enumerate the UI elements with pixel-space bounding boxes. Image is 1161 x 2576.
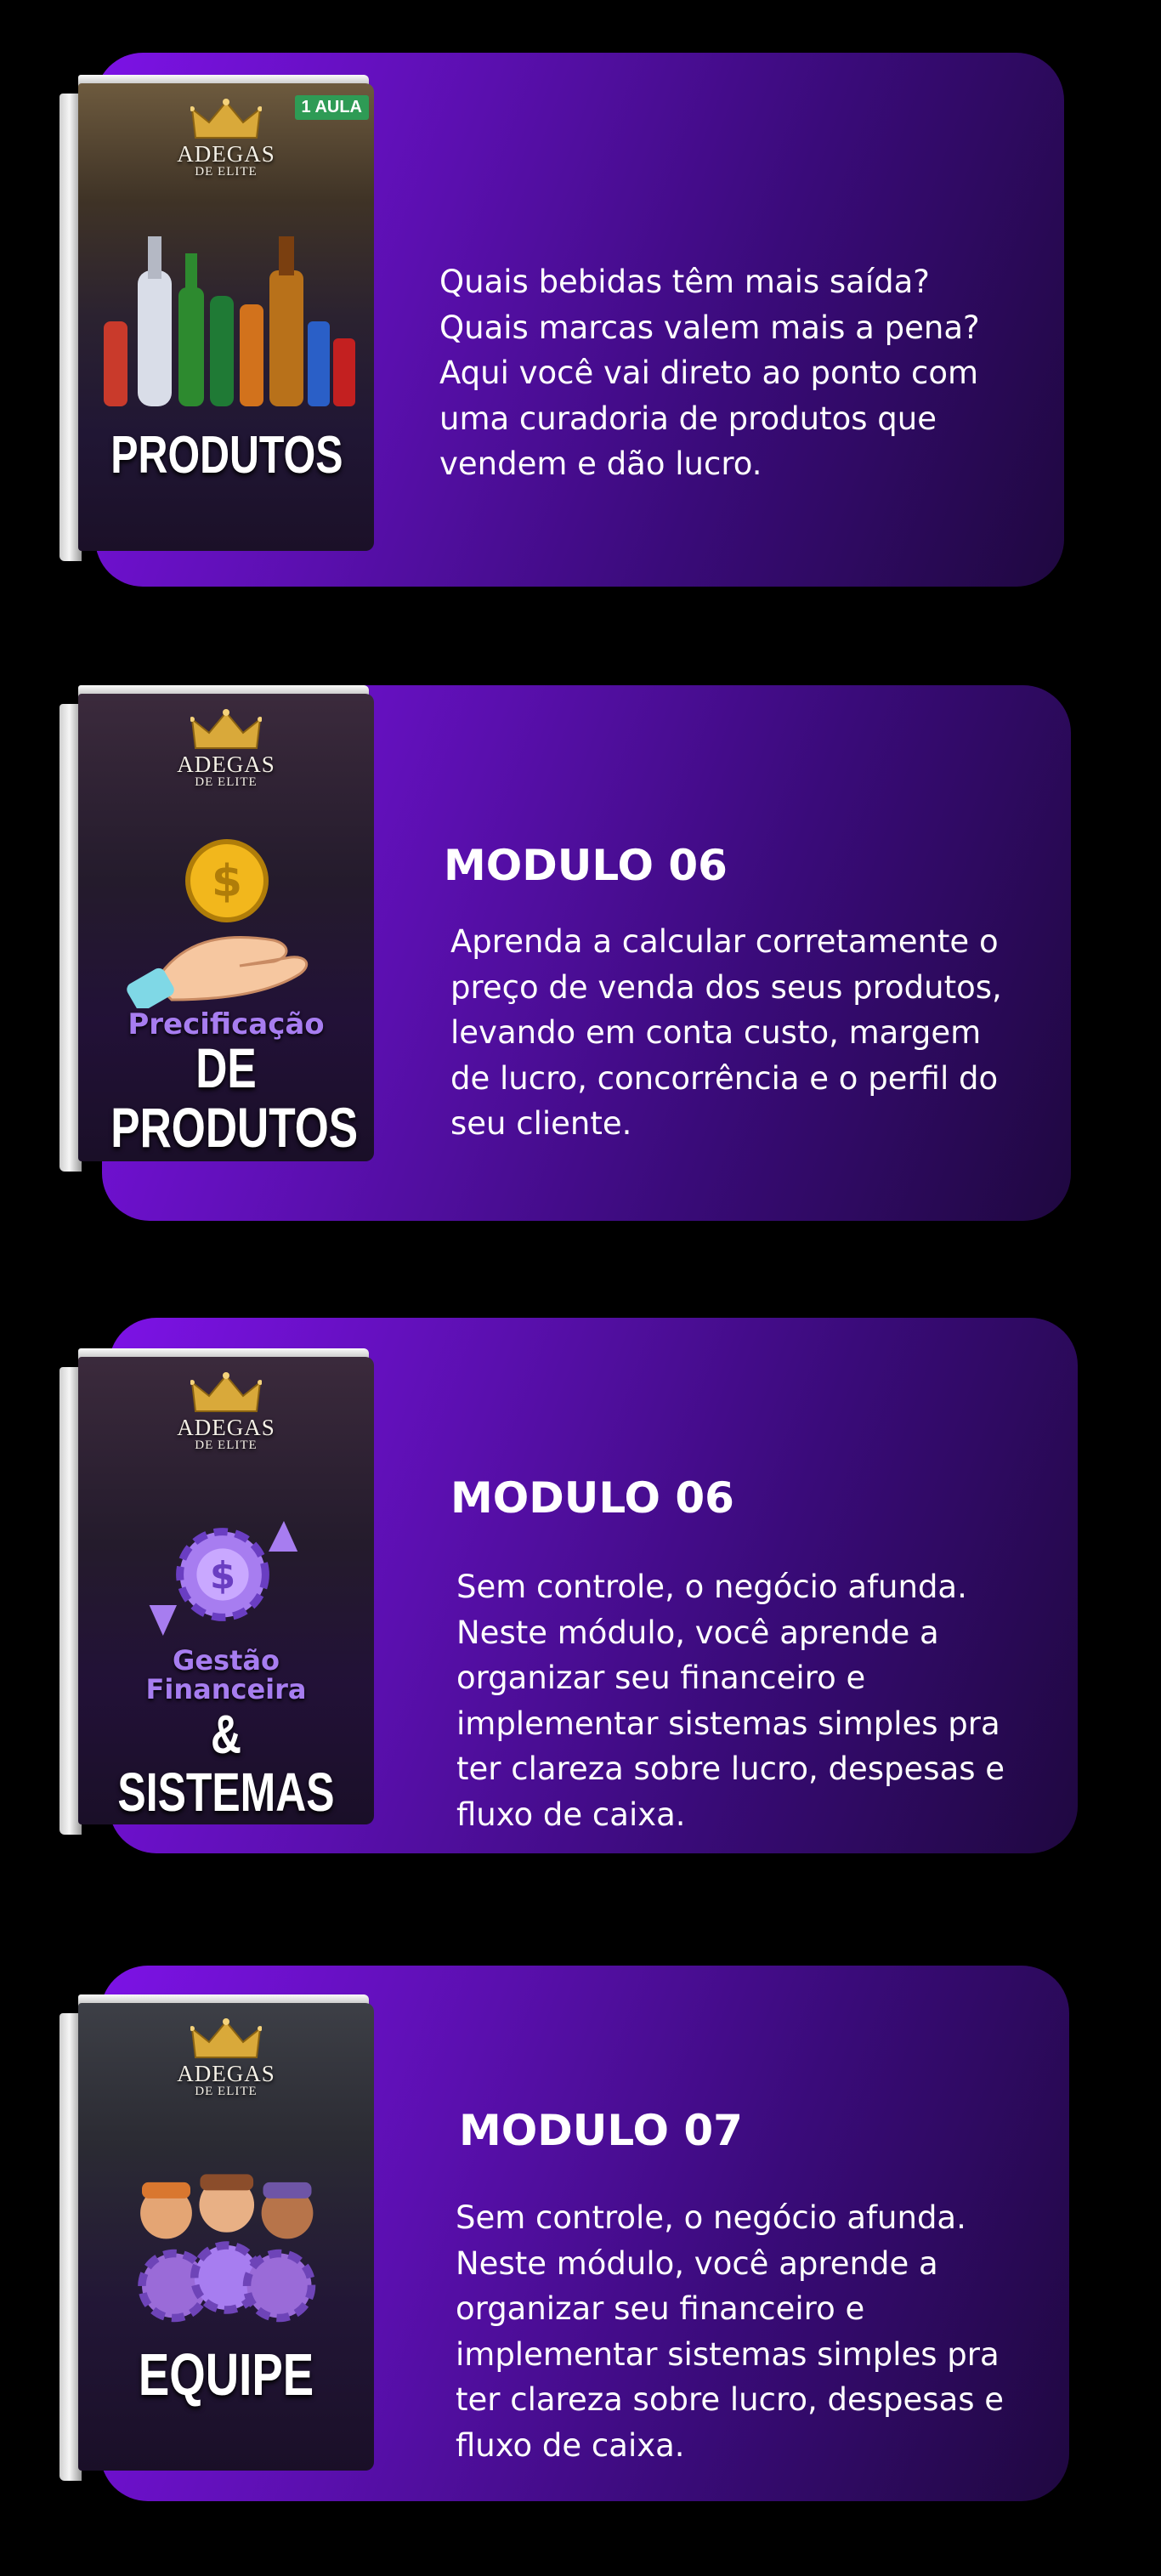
crown-icon xyxy=(190,1372,262,1412)
description-line: implementar sistemas simples pra xyxy=(456,2335,1000,2373)
description-line: organizar seu financeiro e xyxy=(456,1660,866,1696)
brand-logo: ADEGAS DE ELITE xyxy=(78,1415,374,1453)
description-line: fluxo de caixa. xyxy=(456,2426,685,2464)
brand-name: ADEGAS xyxy=(177,752,275,777)
ebook-cover-produtos: 1 AULA ADEGAS DE ELITE PRODUTOS xyxy=(59,75,374,561)
description-line: seu cliente. xyxy=(450,1105,632,1142)
description-line: Neste módulo, você aprende a xyxy=(456,1614,939,1651)
description-line: organizar seu financeiro e xyxy=(456,2290,865,2327)
description-line: preço de venda dos seus produtos, xyxy=(450,968,1002,1006)
book-cover: ADEGAS DE ELITE EQUIPE xyxy=(78,2003,374,2471)
crown-icon xyxy=(190,709,262,749)
module-heading: MODULO 06 xyxy=(450,1473,734,1523)
lesson-count-badge: 1 AULA xyxy=(294,95,369,120)
description-line: uma curadoria de produtos que xyxy=(439,400,937,437)
book-cover: ADEGAS DE ELITE $ Gestão Financeira & SI… xyxy=(78,1357,374,1824)
coin-hand-icon: $ xyxy=(127,839,309,1008)
brand-sub: DE ELITE xyxy=(195,775,258,789)
brand-logo: ADEGAS DE ELITE xyxy=(78,143,374,179)
module-heading: MODULO 07 xyxy=(459,2106,743,2155)
module-description: Sem controle, o negócio afunda. Neste mó… xyxy=(456,2195,1004,2468)
description-line: Aprenda a calcular corretamente o xyxy=(450,923,999,960)
book-cover: 1 AULA ADEGAS DE ELITE PRODUTOS xyxy=(78,83,374,551)
brand-name: ADEGAS xyxy=(177,2061,275,2086)
beverage-bottles-icon xyxy=(104,236,355,406)
description-line: Quais marcas valem mais a pena? xyxy=(439,309,980,346)
ebook-cover-precificacao: ADEGAS DE ELITE $ Precificação DE PRODUT… xyxy=(59,685,374,1172)
team-gears-icon xyxy=(138,2174,316,2323)
cover-title: DE PRODUTOS xyxy=(110,1036,359,1159)
brand-sub: DE ELITE xyxy=(195,2085,258,2098)
module-description: Quais bebidas têm mais saída? Quais marc… xyxy=(439,259,980,487)
brand-sub: DE ELITE xyxy=(195,1438,258,1452)
description-line: ter clareza sobre lucro, despesas e xyxy=(456,2381,1005,2418)
ebook-cover-equipe: ADEGAS DE ELITE EQUIPE xyxy=(59,1994,374,2481)
crown-icon xyxy=(190,2018,262,2058)
cover-title: PRODUTOS xyxy=(110,426,343,485)
cover-title: EQUIPE xyxy=(138,2341,314,2408)
description-line: Aqui você vai direto ao ponto com xyxy=(439,355,979,391)
description-line: ter clareza sobre lucro, despesas e xyxy=(456,1750,1005,1787)
ebook-cover-gestao: ADEGAS DE ELITE $ Gestão Financeira & SI… xyxy=(59,1348,374,1835)
cover-subtitle: Gestão Financeira xyxy=(145,1644,307,1705)
description-line: vendem e dão lucro. xyxy=(439,445,762,482)
description-line: Sem controle, o negócio afunda. xyxy=(456,1569,967,1605)
brand-name: ADEGAS xyxy=(177,141,275,167)
module-description: Sem controle, o negócio afunda. Neste mó… xyxy=(456,1564,1005,1837)
description-line: de lucro, concorrência e o perfil do xyxy=(450,1059,999,1097)
description-line: levando em conta custo, margem xyxy=(450,1014,982,1051)
description-line: fluxo de caixa. xyxy=(456,1796,686,1833)
brand-logo: ADEGAS DE ELITE xyxy=(78,2061,374,2099)
description-line: Quais bebidas têm mais saída? xyxy=(439,264,930,300)
description-line: Neste módulo, você aprende a xyxy=(456,2244,938,2282)
brand-sub: DE ELITE xyxy=(195,165,258,179)
money-gear-icon: $ xyxy=(149,1521,298,1636)
description-line: Sem controle, o negócio afunda. xyxy=(456,2199,966,2236)
brand-name: ADEGAS xyxy=(177,1415,275,1440)
brand-logo: ADEGAS DE ELITE xyxy=(78,752,374,790)
description-line: implementar sistemas simples pra xyxy=(456,1705,1000,1742)
crown-icon xyxy=(190,99,262,139)
cover-title: & SISTEMAS xyxy=(117,1704,335,1823)
book-cover: ADEGAS DE ELITE $ Precificação DE PRODUT… xyxy=(78,694,374,1161)
svg-text:$: $ xyxy=(210,1555,235,1597)
module-description: Aprenda a calcular corretamente o preço … xyxy=(450,919,1002,1147)
module-heading: MODULO 06 xyxy=(444,841,728,890)
svg-text:$: $ xyxy=(212,856,242,907)
